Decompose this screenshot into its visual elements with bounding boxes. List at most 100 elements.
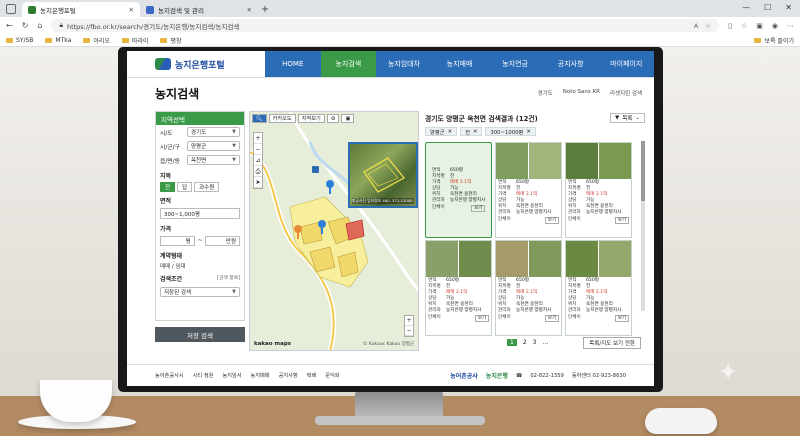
print-icon[interactable]: ⎙	[254, 166, 262, 177]
land-type-chips: 전 답 과수원	[156, 182, 244, 192]
collections-icon[interactable]: ▣	[756, 22, 763, 30]
footer-link[interactable]: 문익화	[325, 372, 339, 379]
result-card[interactable]: 면적 650평 지목명 전 가격 매매 2.1억 상담 가능 위치 옥천면 용천리 관리자 농지은행 …	[495, 142, 562, 238]
bookmark-folder[interactable]: 마라이	[121, 36, 148, 45]
other-bookmarks[interactable]: 보록 즐이기	[754, 36, 794, 45]
footer-link[interactable]: 농어촌공사시	[155, 372, 184, 379]
filter-title: 지역선택	[156, 112, 244, 125]
contract-value[interactable]: 매매 / 임대	[156, 262, 244, 270]
page-2[interactable]: 2	[523, 339, 527, 346]
card-more-button[interactable]: 보기	[474, 314, 489, 323]
locate-icon[interactable]: ➤	[254, 177, 262, 188]
split-screen-icon[interactable]: ▯	[728, 22, 732, 30]
chip-orchard[interactable]: 과수원	[194, 182, 220, 192]
settings-icon[interactable]: ⚙	[326, 114, 340, 123]
card-more-button[interactable]: 보기	[544, 216, 559, 225]
nav-trade[interactable]: 농지매매	[432, 51, 488, 77]
bookmark-folder[interactable]: SY/SB	[6, 37, 33, 44]
card-more-button[interactable]: 보기	[614, 314, 629, 323]
minimize-icon[interactable]: —	[742, 3, 750, 12]
area-input[interactable]: 300~1,000평	[160, 208, 240, 219]
footer-link[interactable]: 시티 정원	[193, 372, 214, 379]
aerial-photo-preview[interactable]: 항공사진 입지정보 480, 371,12000	[348, 142, 418, 208]
zoom-in-button[interactable]: +	[405, 316, 413, 326]
card-more-button[interactable]: 보기	[614, 216, 629, 225]
page-3[interactable]: 3	[533, 339, 537, 346]
tab-farmland-search[interactable]: 농지검색 및 관리 ✕	[140, 2, 258, 17]
footer-link[interactable]: 공지사항	[279, 372, 298, 379]
sido-select[interactable]: 경기도 ▼	[187, 127, 240, 137]
bookmark-folder[interactable]: 평창	[160, 36, 181, 45]
nav-pension[interactable]: 농지연금	[487, 51, 543, 77]
close-icon[interactable]: ✕	[247, 6, 252, 14]
bookmark-folder[interactable]: MTka	[45, 37, 71, 44]
nav-farmland-search[interactable]: 농지검색	[320, 51, 377, 77]
nav-notice[interactable]: 공지사항	[543, 51, 599, 77]
saved-search-select[interactable]: 저장된 검색 ▼	[160, 287, 240, 297]
util-region[interactable]: 경기도	[538, 89, 553, 97]
result-card[interactable]: 면적 650평 지목명 전 가격 매매 2.1억 상담 가능 위치 옥천면 용천리 관리자 농지은행 …	[495, 240, 562, 336]
refresh-icon[interactable]: ↻	[22, 21, 29, 30]
page-1[interactable]: 1	[507, 339, 517, 346]
more-menu-icon[interactable]: ⋯	[787, 22, 794, 30]
filter-tag[interactable]: 300~1000평 ✕	[485, 127, 536, 136]
price-to-input[interactable]: 만원	[205, 236, 241, 246]
map-tool-cadastral[interactable]: 지적보기	[297, 114, 325, 123]
dong-select[interactable]: 옥천면 ▼	[187, 155, 240, 165]
util-font[interactable]: Noto Sans KR	[563, 89, 600, 97]
page-more: ...	[542, 339, 549, 346]
result-card[interactable]: 면적 650평 지목명 전 가격 매매 2.1억 상담 가능 위치 옥천면 용천리 관리자 농지은행 …	[565, 240, 632, 336]
map-search-icon[interactable]: 🔍︎	[252, 114, 267, 123]
price-from-input[interactable]: 평	[160, 236, 195, 246]
card-info: 면적 650평 지목명 전 가격 매매 2.1억 상담 가능 위치 옥천면 용천리 관리자 농지은행 …	[566, 179, 631, 225]
new-tab-button[interactable]: +	[258, 2, 272, 17]
layers-icon[interactable]: ▣	[341, 114, 355, 123]
footer-link[interactable]: 농지매매	[250, 372, 269, 379]
sort-dropdown[interactable]: ▼ 목록 ⌄	[610, 112, 645, 123]
zoom-out-button[interactable]: −	[254, 144, 262, 155]
toggle-list-map-button[interactable]: 목록/지도 보기 전환	[583, 337, 641, 349]
map-tool-kakao[interactable]: 카카오도	[268, 114, 296, 123]
results-scrollbar[interactable]	[641, 141, 645, 311]
chip-field[interactable]: 전	[160, 182, 176, 192]
favorites-icon[interactable]: ☆	[741, 22, 747, 30]
result-card[interactable]: 면적 650평 지목명 전 가격 매매 2.1억 상담 가능 위치 옥천면 용천리 관리자 농지은행 …	[425, 240, 492, 336]
chip-paddy[interactable]: 답	[177, 182, 193, 192]
read-aloud-icon[interactable]: A	[694, 22, 698, 30]
results-panel: 경기도 양평군 옥천면 검색결과 (12건) ▼ 목록 ⌄ 양평군 ✕ 전 ✕ 300~…	[425, 111, 645, 354]
close-icon[interactable]: ✕	[129, 6, 134, 14]
sigungu-select[interactable]: 양평군 ▼	[187, 141, 240, 151]
nav-home[interactable]: HOME	[265, 51, 321, 77]
maximize-icon[interactable]: ☐	[764, 3, 771, 12]
bookmark-folder[interactable]: 아리오	[83, 36, 110, 45]
result-card[interactable]: 면적 650평 지목명 전 가격 매매 2.1억 상담 가능 위치 옥천면 용천리 관리자 농지은행 …	[565, 142, 632, 238]
chevron-down-icon: ⌄	[635, 114, 640, 121]
map-view[interactable]: 🔍︎ 카카오도 지적보기 ⚙ ▣ + − ⊿ ⎙ ➤ 항공사진 입지정보 480…	[249, 111, 419, 351]
util-reset[interactable]: 리셋지린 검색	[610, 89, 642, 97]
footer-link[interactable]: 택배	[307, 372, 317, 379]
tab-farmland-portal[interactable]: 농지은행포털 ✕	[22, 2, 140, 17]
profile-icon[interactable]: ◉	[772, 22, 778, 30]
card-more-button[interactable]: 보기	[544, 314, 559, 323]
card-more-button[interactable]: 보기	[471, 204, 486, 213]
scroll-thumb[interactable]	[641, 141, 645, 201]
zoom-out-button[interactable]: −	[405, 326, 413, 336]
measure-icon[interactable]: ⊿	[254, 155, 262, 166]
filter-row-sido: 시/도 경기도 ▼	[156, 125, 244, 139]
nav-lease[interactable]: 농지임대차	[376, 51, 432, 77]
result-card[interactable]: 면적 650평 지목명 전 가격 매매 2.1억 상담 가능 위치 옥천면 용천리 관리자 농지은행 …	[425, 142, 492, 238]
card-row-unit: 단체이 보기	[498, 216, 559, 225]
filter-tag[interactable]: 전 ✕	[460, 127, 483, 136]
save-search-button[interactable]: 저장 검색	[155, 327, 245, 342]
close-window-icon[interactable]: ✕	[785, 3, 792, 12]
nav-mypage[interactable]: 마이페이지	[598, 51, 654, 77]
window-menu-icon[interactable]	[6, 4, 16, 14]
url-field[interactable]: 🔒︎ https://fbo.or.kr/search/경기도/농지은행/농지검…	[51, 19, 720, 32]
back-icon[interactable]: ←	[6, 21, 13, 30]
zoom-in-button[interactable]: +	[254, 133, 262, 144]
filter-tag[interactable]: 양평군 ✕	[425, 127, 458, 136]
footer-link[interactable]: 농지임서	[222, 372, 241, 379]
favorite-star-icon[interactable]: ☆	[705, 22, 711, 30]
site-logo[interactable]: 농지은행포털	[127, 51, 265, 77]
home-icon[interactable]: ⌂	[37, 21, 42, 30]
